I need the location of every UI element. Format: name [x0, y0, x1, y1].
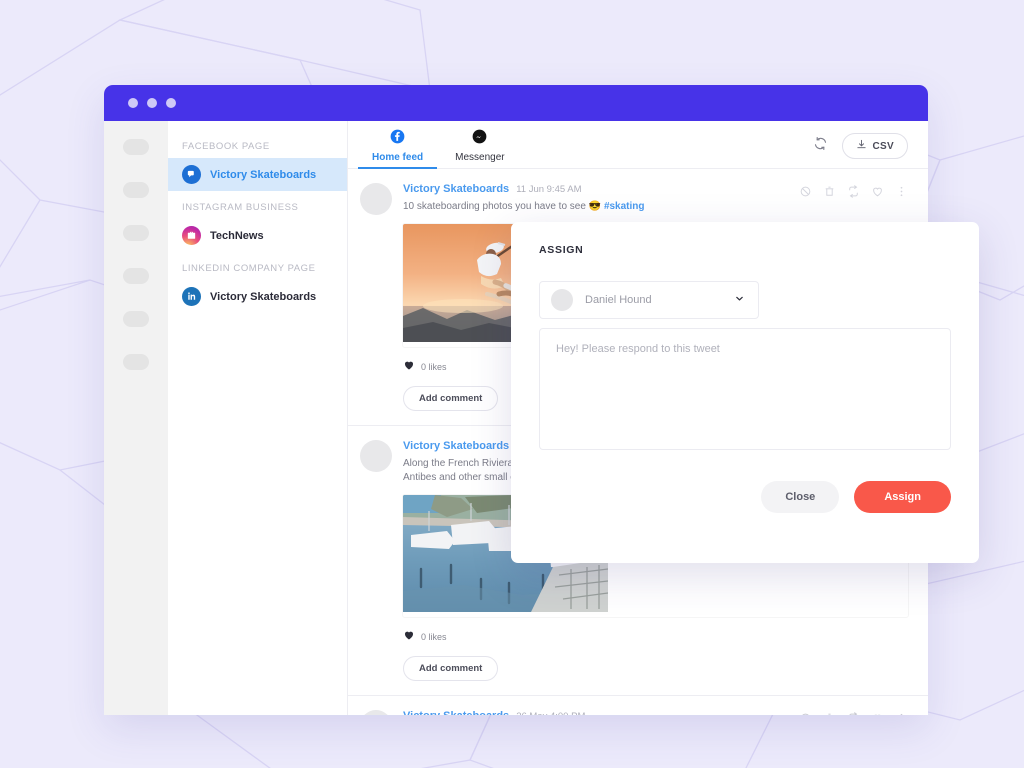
- post-likes: 0 likes: [403, 628, 908, 646]
- window-titlebar: [104, 85, 928, 121]
- tab-messenger[interactable]: Messenger: [441, 127, 518, 168]
- heart-icon[interactable]: [871, 712, 884, 715]
- screenshot-stage: FACEBOOK PAGE Victory Skateboards INSTAG…: [0, 0, 1024, 768]
- rail-placeholder-5[interactable]: [123, 311, 149, 327]
- post-timestamp: 11 Jun 9:45 AM: [516, 184, 582, 195]
- post-author[interactable]: Victory Skateboards: [403, 183, 509, 195]
- icon-rail: [104, 121, 168, 715]
- close-button[interactable]: Close: [761, 481, 840, 513]
- window-dot-minimize[interactable]: [147, 98, 157, 108]
- avatar: [360, 709, 392, 715]
- post-text-line-1: Along the French Riviera | F: [403, 457, 528, 469]
- post-author[interactable]: Victory Skateboards: [403, 440, 509, 452]
- modal-title: ASSIGN: [539, 244, 584, 256]
- retweet-icon[interactable]: [847, 711, 860, 715]
- sidebar-group-label-facebook: FACEBOOK PAGE: [182, 141, 270, 152]
- likes-count: 0 likes: [421, 631, 447, 642]
- tab-home-feed[interactable]: Home feed: [358, 127, 438, 169]
- window-dot-close[interactable]: [128, 98, 138, 108]
- csv-label: CSV: [872, 140, 894, 152]
- avatar: [551, 289, 573, 311]
- post-actions: [799, 711, 908, 715]
- post-author[interactable]: Victory Skateboards: [403, 710, 509, 716]
- likes-count: 0 likes: [421, 361, 447, 372]
- sidebar-item-label: Victory Skateboards: [210, 290, 317, 303]
- post-text-line-2: Antibes and other small citi: [403, 472, 523, 483]
- refresh-icon[interactable]: [813, 136, 828, 156]
- rail-placeholder-4[interactable]: [123, 268, 149, 284]
- post-text-body: 10 skateboarding photos you have to see: [403, 201, 589, 212]
- heart-icon: [403, 628, 415, 646]
- linkedin-icon: [182, 287, 201, 306]
- window-dot-maximize[interactable]: [166, 98, 176, 108]
- csv-export-button[interactable]: CSV: [841, 133, 908, 159]
- sunglasses-emoji: 😎: [588, 201, 602, 212]
- assign-icon[interactable]: [799, 185, 812, 198]
- post-text: 10 skateboarding photos you have to see …: [403, 200, 908, 215]
- add-comment-button[interactable]: Add comment: [403, 655, 499, 681]
- assign-button[interactable]: Assign: [854, 481, 951, 513]
- download-icon: [856, 139, 867, 153]
- tab-label: Messenger: [455, 152, 505, 163]
- chevron-down-icon: [734, 291, 745, 309]
- assign-icon[interactable]: [799, 712, 812, 715]
- more-icon[interactable]: [895, 185, 908, 198]
- facebook-icon: [390, 129, 405, 149]
- sidebar-item-label: Victory Skateboards: [210, 168, 317, 181]
- heart-icon: [403, 358, 415, 376]
- assignee-dropdown[interactable]: Daniel Hound: [539, 281, 759, 319]
- post-hashtag[interactable]: #skating: [604, 201, 645, 212]
- assignee-name: Daniel Hound: [585, 294, 652, 306]
- assign-modal: ASSIGN Daniel Hound Hey! Please respond …: [511, 222, 979, 563]
- avatar: [360, 183, 392, 215]
- heart-icon[interactable]: [871, 185, 884, 198]
- trash-icon[interactable]: [823, 185, 836, 198]
- accounts-sidebar: FACEBOOK PAGE Victory Skateboards INSTAG…: [168, 121, 348, 715]
- sidebar-item-instagram-technews[interactable]: TechNews: [168, 219, 347, 252]
- table-row: Victory Skateboards 26 May 4:00 PM: [348, 696, 928, 716]
- more-icon[interactable]: [895, 712, 908, 715]
- facebook-icon: [182, 165, 201, 184]
- avatar: [360, 439, 392, 472]
- toolbar-actions: CSV: [813, 133, 908, 168]
- retweet-icon[interactable]: [847, 185, 860, 198]
- message-textarea[interactable]: Hey! Please respond to this tweet: [539, 328, 951, 450]
- sidebar-group-label-instagram: INSTAGRAM BUSINESS: [182, 202, 299, 213]
- tab-label: Home feed: [372, 152, 424, 163]
- post-timestamp: 26 May 4:00 PM: [516, 711, 585, 716]
- feed-toolbar: Home feed Messenger CSV: [348, 121, 928, 169]
- rail-placeholder-1[interactable]: [123, 139, 149, 155]
- sidebar-item-linkedin-victory-skateboards[interactable]: Victory Skateboards: [168, 280, 347, 313]
- rail-placeholder-6[interactable]: [123, 354, 149, 370]
- rail-placeholder-2[interactable]: [123, 182, 149, 198]
- post-actions: [799, 185, 908, 198]
- messenger-icon: [472, 129, 487, 149]
- feed-tabs: Home feed Messenger: [358, 127, 519, 169]
- instagram-icon: [182, 226, 201, 245]
- rail-placeholder-3[interactable]: [123, 225, 149, 241]
- modal-actions: Close Assign: [539, 481, 951, 513]
- sidebar-group-label-linkedin: LINKEDIN COMPANY PAGE: [182, 263, 316, 274]
- add-comment-button[interactable]: Add comment: [403, 385, 499, 411]
- sidebar-item-label: TechNews: [210, 229, 264, 242]
- sidebar-item-facebook-victory-skateboards[interactable]: Victory Skateboards: [168, 158, 347, 191]
- trash-icon[interactable]: [823, 712, 836, 715]
